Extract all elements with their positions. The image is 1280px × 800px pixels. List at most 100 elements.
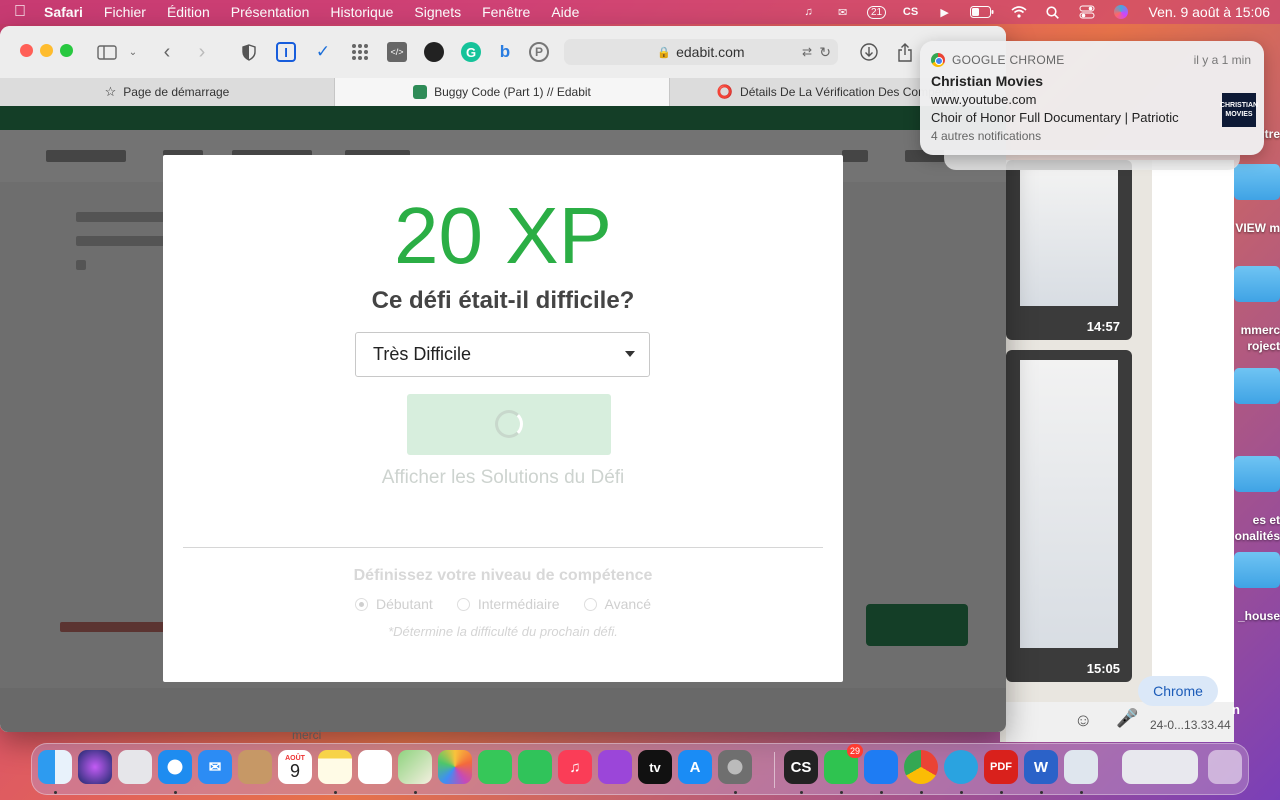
pdf-icon[interactable]: PDF — [984, 750, 1018, 784]
messages-icon[interactable] — [478, 750, 512, 784]
maps-icon[interactable] — [398, 750, 432, 784]
challenge-complete-modal: 20 XP Ce défi était-il difficile? Très D… — [163, 155, 843, 682]
whatsapp-side-panel — [1152, 160, 1234, 742]
chevron-down-icon[interactable]: ⌄ — [121, 40, 145, 64]
chrome-link-pill[interactable]: Chrome — [1138, 676, 1218, 706]
recent-files-icon[interactable] — [1122, 750, 1198, 784]
code-icon[interactable]: </> — [385, 40, 409, 64]
desktop-folder[interactable] — [1234, 266, 1280, 302]
menu-fenetre[interactable]: Fenêtre — [482, 4, 530, 20]
siri-icon[interactable] — [1111, 4, 1131, 20]
difficulty-select[interactable]: Très Difficile — [355, 332, 650, 377]
radio-button-checked[interactable] — [355, 597, 368, 611]
skill-option-debutant[interactable]: Débutant — [355, 596, 433, 612]
wifi-icon[interactable] — [1009, 4, 1029, 20]
bing-icon[interactable]: b — [493, 40, 517, 64]
siri-icon[interactable] — [78, 750, 112, 784]
desktop-label: es et — [1252, 513, 1280, 527]
calendar-icon[interactable]: AOÛT 9 — [278, 750, 312, 784]
whatsapp-icon[interactable]: 29 — [824, 744, 863, 784]
skill-option-avance[interactable]: Avancé — [583, 596, 651, 612]
menu-clock[interactable]: Ven. 9 août à 15:06 — [1149, 4, 1270, 20]
finder-icon[interactable] — [38, 750, 72, 784]
safari-icon[interactable] — [158, 750, 192, 784]
facetime-icon[interactable] — [518, 750, 552, 784]
cs-icon[interactable]: CS — [901, 4, 921, 20]
pdf-label: PDF — [990, 761, 1012, 773]
edabit-icon — [413, 85, 428, 99]
address-bar[interactable]: 🔒 edabit.com ⇄ ↻ — [564, 39, 838, 65]
chrome-notification[interactable]: GOOGLE CHROME il y a 1 min Christian Mov… — [920, 41, 1264, 155]
desktop-folder[interactable] — [1234, 552, 1280, 588]
message-icon[interactable]: ✉ — [833, 4, 853, 20]
grammarly-icon[interactable]: G — [459, 40, 483, 64]
menu-presentation[interactable]: Présentation — [231, 4, 310, 20]
support-icon[interactable]: ♫ — [799, 4, 819, 20]
radio-button[interactable] — [456, 597, 470, 611]
photos-icon[interactable] — [438, 750, 472, 784]
lock-icon: 🔒 — [657, 46, 672, 59]
show-solutions-link[interactable]: Afficher les Solutions du Défi — [163, 467, 843, 489]
apple-icon[interactable]:  — [14, 3, 44, 21]
menu-signets[interactable]: Signets — [414, 4, 461, 20]
pocket-icon[interactable]: ✓ — [311, 40, 335, 64]
download-icon[interactable] — [857, 40, 881, 64]
desktop-label: onalités — [1234, 529, 1280, 543]
play-icon[interactable]: ▶ — [935, 4, 955, 20]
control-center-icon[interactable] — [1077, 4, 1097, 20]
zoom-window-button[interactable] — [60, 44, 73, 57]
preview-icon[interactable] — [1064, 750, 1098, 784]
reminders-icon[interactable] — [358, 750, 392, 784]
notification-more: 4 autres notifications — [931, 129, 1042, 143]
desktop-folder[interactable] — [1234, 368, 1280, 404]
menu-app-name[interactable]: Safari — [44, 4, 83, 20]
tab-start-page[interactable]: ☆ Page de démarrage — [0, 78, 335, 106]
menu-historique[interactable]: Historique — [330, 4, 393, 20]
system-settings-icon[interactable] — [718, 750, 752, 784]
notification-count-icon[interactable]: 21 — [866, 4, 887, 20]
radio-button[interactable] — [583, 597, 597, 611]
notes-icon[interactable] — [318, 750, 352, 784]
trash-icon[interactable] — [1208, 750, 1242, 784]
back-icon[interactable]: ‹ — [155, 40, 179, 64]
shield-icon[interactable] — [237, 40, 261, 64]
menu-fichier[interactable]: Fichier — [104, 4, 146, 20]
forward-icon[interactable]: › — [190, 40, 214, 64]
menu-aide[interactable]: Aide — [551, 4, 579, 20]
share-icon[interactable] — [893, 40, 917, 64]
dock: ✉ AOÛT 9 ♫ tv A CS 29 PDF W — [31, 743, 1249, 795]
grid-icon[interactable] — [348, 40, 372, 64]
microphone-icon[interactable]: 🎤 — [1116, 708, 1138, 729]
emoji-icon[interactable]: ☺ — [1074, 710, 1092, 731]
word-icon[interactable]: W — [1024, 750, 1058, 784]
messenger-icon[interactable] — [864, 750, 898, 784]
desktop-folder[interactable] — [1234, 164, 1280, 200]
launchpad-icon[interactable] — [118, 750, 152, 784]
bitwarden-icon[interactable]: I — [274, 40, 298, 64]
cs-app-icon[interactable]: CS — [784, 750, 818, 784]
battery-icon[interactable] — [969, 4, 995, 20]
sidebar-icon[interactable] — [95, 40, 119, 64]
podcasts-icon[interactable] — [598, 750, 632, 784]
mail-icon[interactable]: ✉ — [198, 750, 232, 784]
translate-icon[interactable]: ⇄ — [802, 45, 812, 59]
contacts-icon[interactable] — [238, 750, 272, 784]
reload-icon[interactable]: ↻ — [819, 44, 831, 61]
minimize-window-button[interactable] — [40, 44, 53, 57]
app-store-icon[interactable]: A — [678, 750, 712, 784]
submit-rating-button[interactable] — [407, 394, 611, 455]
image-thumbnail[interactable]: 15:05 — [1006, 350, 1132, 682]
close-window-button[interactable] — [20, 44, 33, 57]
github-icon[interactable] — [422, 40, 446, 64]
apple-tv-icon[interactable]: tv — [638, 750, 672, 784]
tab-edabit[interactable]: Buggy Code (Part 1) // Edabit — [335, 78, 670, 106]
chrome-icon[interactable] — [904, 750, 938, 784]
skill-option-intermediaire[interactable]: Intermédiaire — [456, 596, 560, 612]
menu-edition[interactable]: Édition — [167, 4, 210, 20]
pinterest-icon[interactable]: P — [527, 40, 551, 64]
desktop-folder[interactable] — [1234, 456, 1280, 492]
search-icon[interactable] — [1043, 4, 1063, 20]
music-icon[interactable]: ♫ — [558, 750, 592, 784]
telegram-icon[interactable] — [944, 750, 978, 784]
image-thumbnail[interactable]: 14:57 — [1006, 160, 1132, 340]
